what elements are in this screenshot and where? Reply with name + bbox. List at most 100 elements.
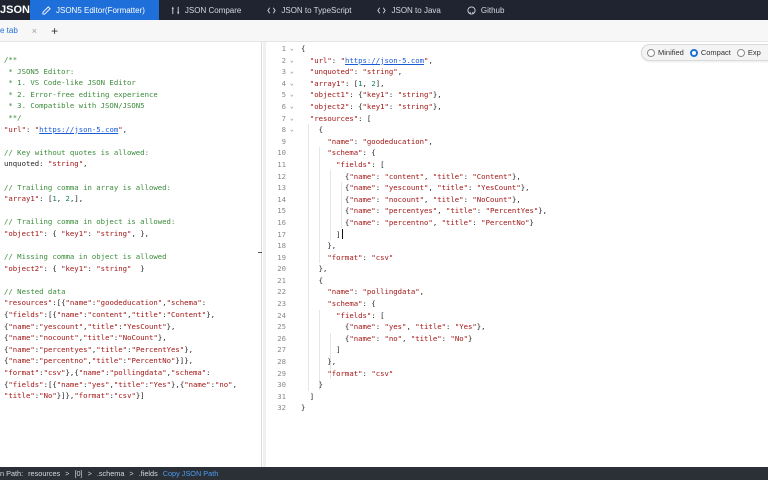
code-line[interactable]: {"name":"percentyes","title":"PercentYes… xyxy=(4,344,261,356)
code-line[interactable]: "schema": { xyxy=(301,298,547,310)
fold-gutter[interactable]: ⌄ ⌄ ⌄ ⌄ ⌄ ⌄ ⌄ ⌄ xyxy=(290,42,300,136)
code-line[interactable]: "object2": {"key1": "string"}, xyxy=(301,101,547,113)
code-line[interactable]: {"name": "yes", "title": "Yes"}, xyxy=(301,321,547,333)
code-line[interactable]: // Missing comma in object is allowed xyxy=(4,251,261,263)
fold-chevron-icon[interactable]: ⌄ xyxy=(290,89,300,101)
code-line[interactable]: {"fields":[{"name":"yes","title":"Yes"},… xyxy=(4,379,261,391)
code-line[interactable]: "name": "pollingdata", xyxy=(301,286,547,298)
line-number: 22 xyxy=(277,287,286,297)
code-line[interactable]: { xyxy=(301,275,547,287)
code-line[interactable]: { xyxy=(301,43,547,55)
line-number: 14 xyxy=(277,194,286,204)
code-line[interactable]: {"fields":[{"name":"content","title":"Co… xyxy=(4,309,261,321)
copy-json-path-button[interactable]: Copy JSON Path xyxy=(163,467,219,480)
code-line[interactable]: {"name": "content", "title": "Content"}, xyxy=(301,171,547,183)
line-number: 9 xyxy=(281,136,286,146)
radio-icon[interactable] xyxy=(647,48,655,57)
add-tab-button[interactable]: + xyxy=(51,20,58,42)
tab-json-to-java[interactable]: JSON to Java xyxy=(365,0,454,20)
tab-json5-editor[interactable]: JSON5 Editor(Formatter) xyxy=(30,0,159,20)
code-line[interactable]: "unquoted": "string", xyxy=(301,66,547,78)
code-line[interactable]: * 1. VS Code-like JSON Editor xyxy=(4,77,261,89)
code-line[interactable]: unquoted: "string", xyxy=(4,158,261,170)
code-line[interactable]: { xyxy=(301,124,547,136)
fold-chevron-icon[interactable]: ⌄ xyxy=(290,66,300,78)
file-tab[interactable]: e tab × xyxy=(0,20,37,42)
fold-chevron-icon[interactable]: ⌄ xyxy=(290,78,300,90)
code-line[interactable]: {"name": "nocount", "title": "NoCount"}, xyxy=(301,194,547,206)
code-line[interactable]: * 2. Error-free editing experience xyxy=(4,89,261,101)
code-line[interactable]: "format": "csv" xyxy=(301,252,547,264)
code-line[interactable] xyxy=(4,205,261,217)
code-line[interactable]: **/ xyxy=(4,112,261,124)
json-path-segment[interactable]: resources xyxy=(28,467,60,480)
code-line[interactable]: "title":"No"}]},"format":"csv"}] xyxy=(4,390,261,402)
code-line[interactable]: } xyxy=(301,402,547,414)
code-line[interactable]: {"name": "percentno", "title": "PercentN… xyxy=(301,217,547,229)
app-logo[interactable]: JSON5 xyxy=(0,0,30,20)
json5-input-editor[interactable]: /** * JSON5 Editor: * 1. VS Code-like JS… xyxy=(0,42,262,467)
code-line[interactable]: }, xyxy=(301,356,547,368)
format-option-compact[interactable]: Compact xyxy=(689,48,731,57)
code-line[interactable]: // Key without quotes is allowed: xyxy=(4,147,261,159)
code-line[interactable]: ] xyxy=(301,344,547,356)
code-line[interactable]: "schema": { xyxy=(301,147,547,159)
json-path-segment[interactable]: [0] xyxy=(74,467,82,480)
json-path-segment[interactable]: .fields xyxy=(139,467,158,480)
output-code[interactable]: { "url": "https://json-5.com", "unquoted… xyxy=(301,43,547,414)
code-line[interactable]: ] xyxy=(301,229,547,241)
code-line[interactable]: * JSON5 Editor: xyxy=(4,66,261,78)
code-line[interactable]: {"name": "percentyes", "title": "Percent… xyxy=(301,205,547,217)
code-line[interactable]: ] xyxy=(301,391,547,403)
code-line[interactable]: "object1": {"key1": "string"}, xyxy=(301,89,547,101)
code-line[interactable]: // Trailing comma in array is allowed: xyxy=(4,182,261,194)
json-path-prefix: n Path: xyxy=(0,469,24,478)
format-option-minified[interactable]: Minified xyxy=(647,48,684,57)
code-line[interactable] xyxy=(4,274,261,286)
code-line[interactable]: {"name":"yescount","title":"YesCount"}, xyxy=(4,321,261,333)
code-line[interactable]: /** xyxy=(4,54,261,66)
tab-json-compare[interactable]: JSON Compare xyxy=(159,0,255,20)
code-line[interactable] xyxy=(4,240,261,252)
code-line[interactable]: {"name":"nocount","title":"NoCount"}, xyxy=(4,332,261,344)
code-line[interactable]: {"name":"percentno","title":"PercentNo"}… xyxy=(4,355,261,367)
code-line[interactable]: "object1": { "key1": "string", }, xyxy=(4,228,261,240)
close-icon[interactable]: × xyxy=(32,26,37,36)
code-line[interactable]: // Trailing comma in object is allowed: xyxy=(4,216,261,228)
code-line[interactable]: "array1": [1, 2], xyxy=(301,78,547,90)
fold-chevron-icon[interactable]: ⌄ xyxy=(290,55,300,67)
code-line[interactable]: "fields": [ xyxy=(301,159,547,171)
json-path-segment[interactable]: .schema xyxy=(97,467,125,480)
fold-chevron-icon[interactable]: ⌄ xyxy=(290,43,300,55)
radio-icon[interactable] xyxy=(736,48,745,57)
code-line[interactable]: {"name": "yescount", "title": "YesCount"… xyxy=(301,182,547,194)
fold-chevron-icon[interactable]: ⌄ xyxy=(290,101,300,113)
format-option-expanded[interactable]: Exp xyxy=(736,48,761,57)
splitter-handle-icon[interactable] xyxy=(258,252,262,253)
radio-selected-icon[interactable] xyxy=(689,48,698,57)
formatted-output-editor[interactable]: 1 2 3 4 5 6 7 8 9 10 11 12 13 14 15 16 17 18 19 20 21 22 23 24 2… xyxy=(266,42,768,467)
code-line[interactable]: "fields": [ xyxy=(301,310,547,322)
code-line[interactable]: "resources": [ xyxy=(301,113,547,125)
code-line[interactable]: {"name": "no", "title": "No"} xyxy=(301,333,547,345)
code-line[interactable]: }, xyxy=(301,263,547,275)
tab-github[interactable]: Github xyxy=(455,0,519,20)
code-line[interactable]: "array1": [1, 2,], xyxy=(4,193,261,205)
code-line[interactable]: "object2": { "key1": "string" } xyxy=(4,263,261,275)
code-line[interactable]: "url": "https://json-5.com", xyxy=(301,55,547,67)
code-line[interactable]: }, xyxy=(301,240,547,252)
tab-json-to-typescript[interactable]: JSON to TypeScript xyxy=(255,0,365,20)
input-code[interactable]: /** * JSON5 Editor: * 1. VS Code-like JS… xyxy=(0,42,261,402)
code-line[interactable]: "format": "csv" xyxy=(301,368,547,380)
code-line[interactable]: "url": "https://json-5.com", xyxy=(4,124,261,136)
code-line[interactable]: // Nested data xyxy=(4,286,261,298)
code-line[interactable] xyxy=(4,135,261,147)
code-line[interactable]: "resources":[{"name":"goodeducation","sc… xyxy=(4,297,261,309)
code-line[interactable] xyxy=(4,170,261,182)
code-line[interactable]: } xyxy=(301,379,547,391)
fold-chevron-icon[interactable]: ⌄ xyxy=(290,113,300,125)
code-line[interactable]: "format":"csv"},{"name":"pollingdata","s… xyxy=(4,367,261,379)
code-line[interactable]: "name": "goodeducation", xyxy=(301,136,547,148)
fold-chevron-icon[interactable]: ⌄ xyxy=(290,124,300,136)
code-line[interactable]: * 3. Compatible with JSON/JSON5 xyxy=(4,100,261,112)
